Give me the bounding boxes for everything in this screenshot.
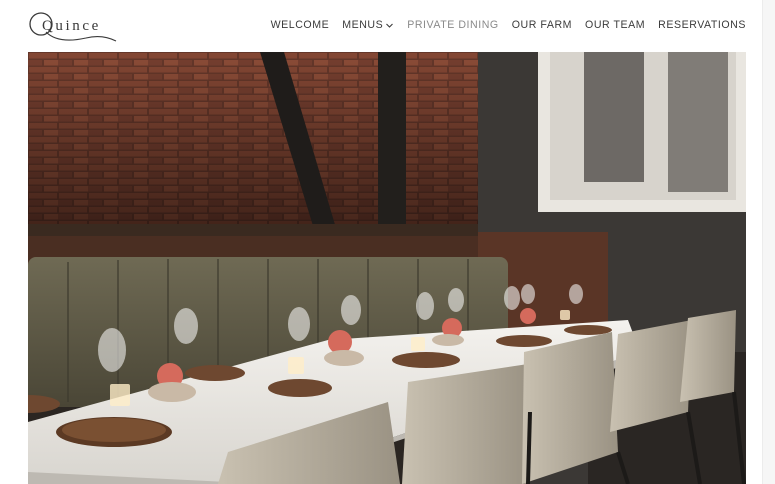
nav-item-menus[interactable]: MENUS (342, 19, 394, 31)
nav-item-label: OUR FARM (511, 19, 573, 31)
page: Quince WELCOME MENUS PRIVATE DINING OUR … (0, 0, 775, 484)
nav-item-private-dining[interactable]: PRIVATE DINING (407, 19, 498, 31)
site-header: Quince WELCOME MENUS PRIVATE DINING OUR … (28, 0, 746, 52)
nav-item-label: PRIVATE DINING (407, 19, 499, 31)
nav-item-label: MENUS (342, 19, 384, 31)
chevron-down-icon (386, 23, 394, 28)
nav-item-our-farm[interactable]: OUR FARM (512, 19, 572, 31)
hero-photo (28, 52, 746, 484)
nav-item-label: OUR TEAM (585, 19, 646, 31)
main-nav: WELCOME MENUS PRIVATE DINING OUR FARM OU… (258, 0, 746, 50)
left-margin (0, 0, 28, 484)
nav-item-label: RESERVATIONS (658, 19, 746, 31)
nav-item-label: WELCOME (270, 19, 330, 31)
nav-item-reservations[interactable]: RESERVATIONS (658, 19, 746, 31)
page-scrollbar[interactable] (762, 0, 775, 484)
nav-item-welcome[interactable]: WELCOME (271, 19, 330, 31)
nav-item-our-team[interactable]: OUR TEAM (585, 19, 645, 31)
logo-link[interactable]: Quince (28, 6, 120, 46)
logo-wordmark: Quince (42, 18, 101, 34)
private-dining-room-image (28, 52, 746, 484)
